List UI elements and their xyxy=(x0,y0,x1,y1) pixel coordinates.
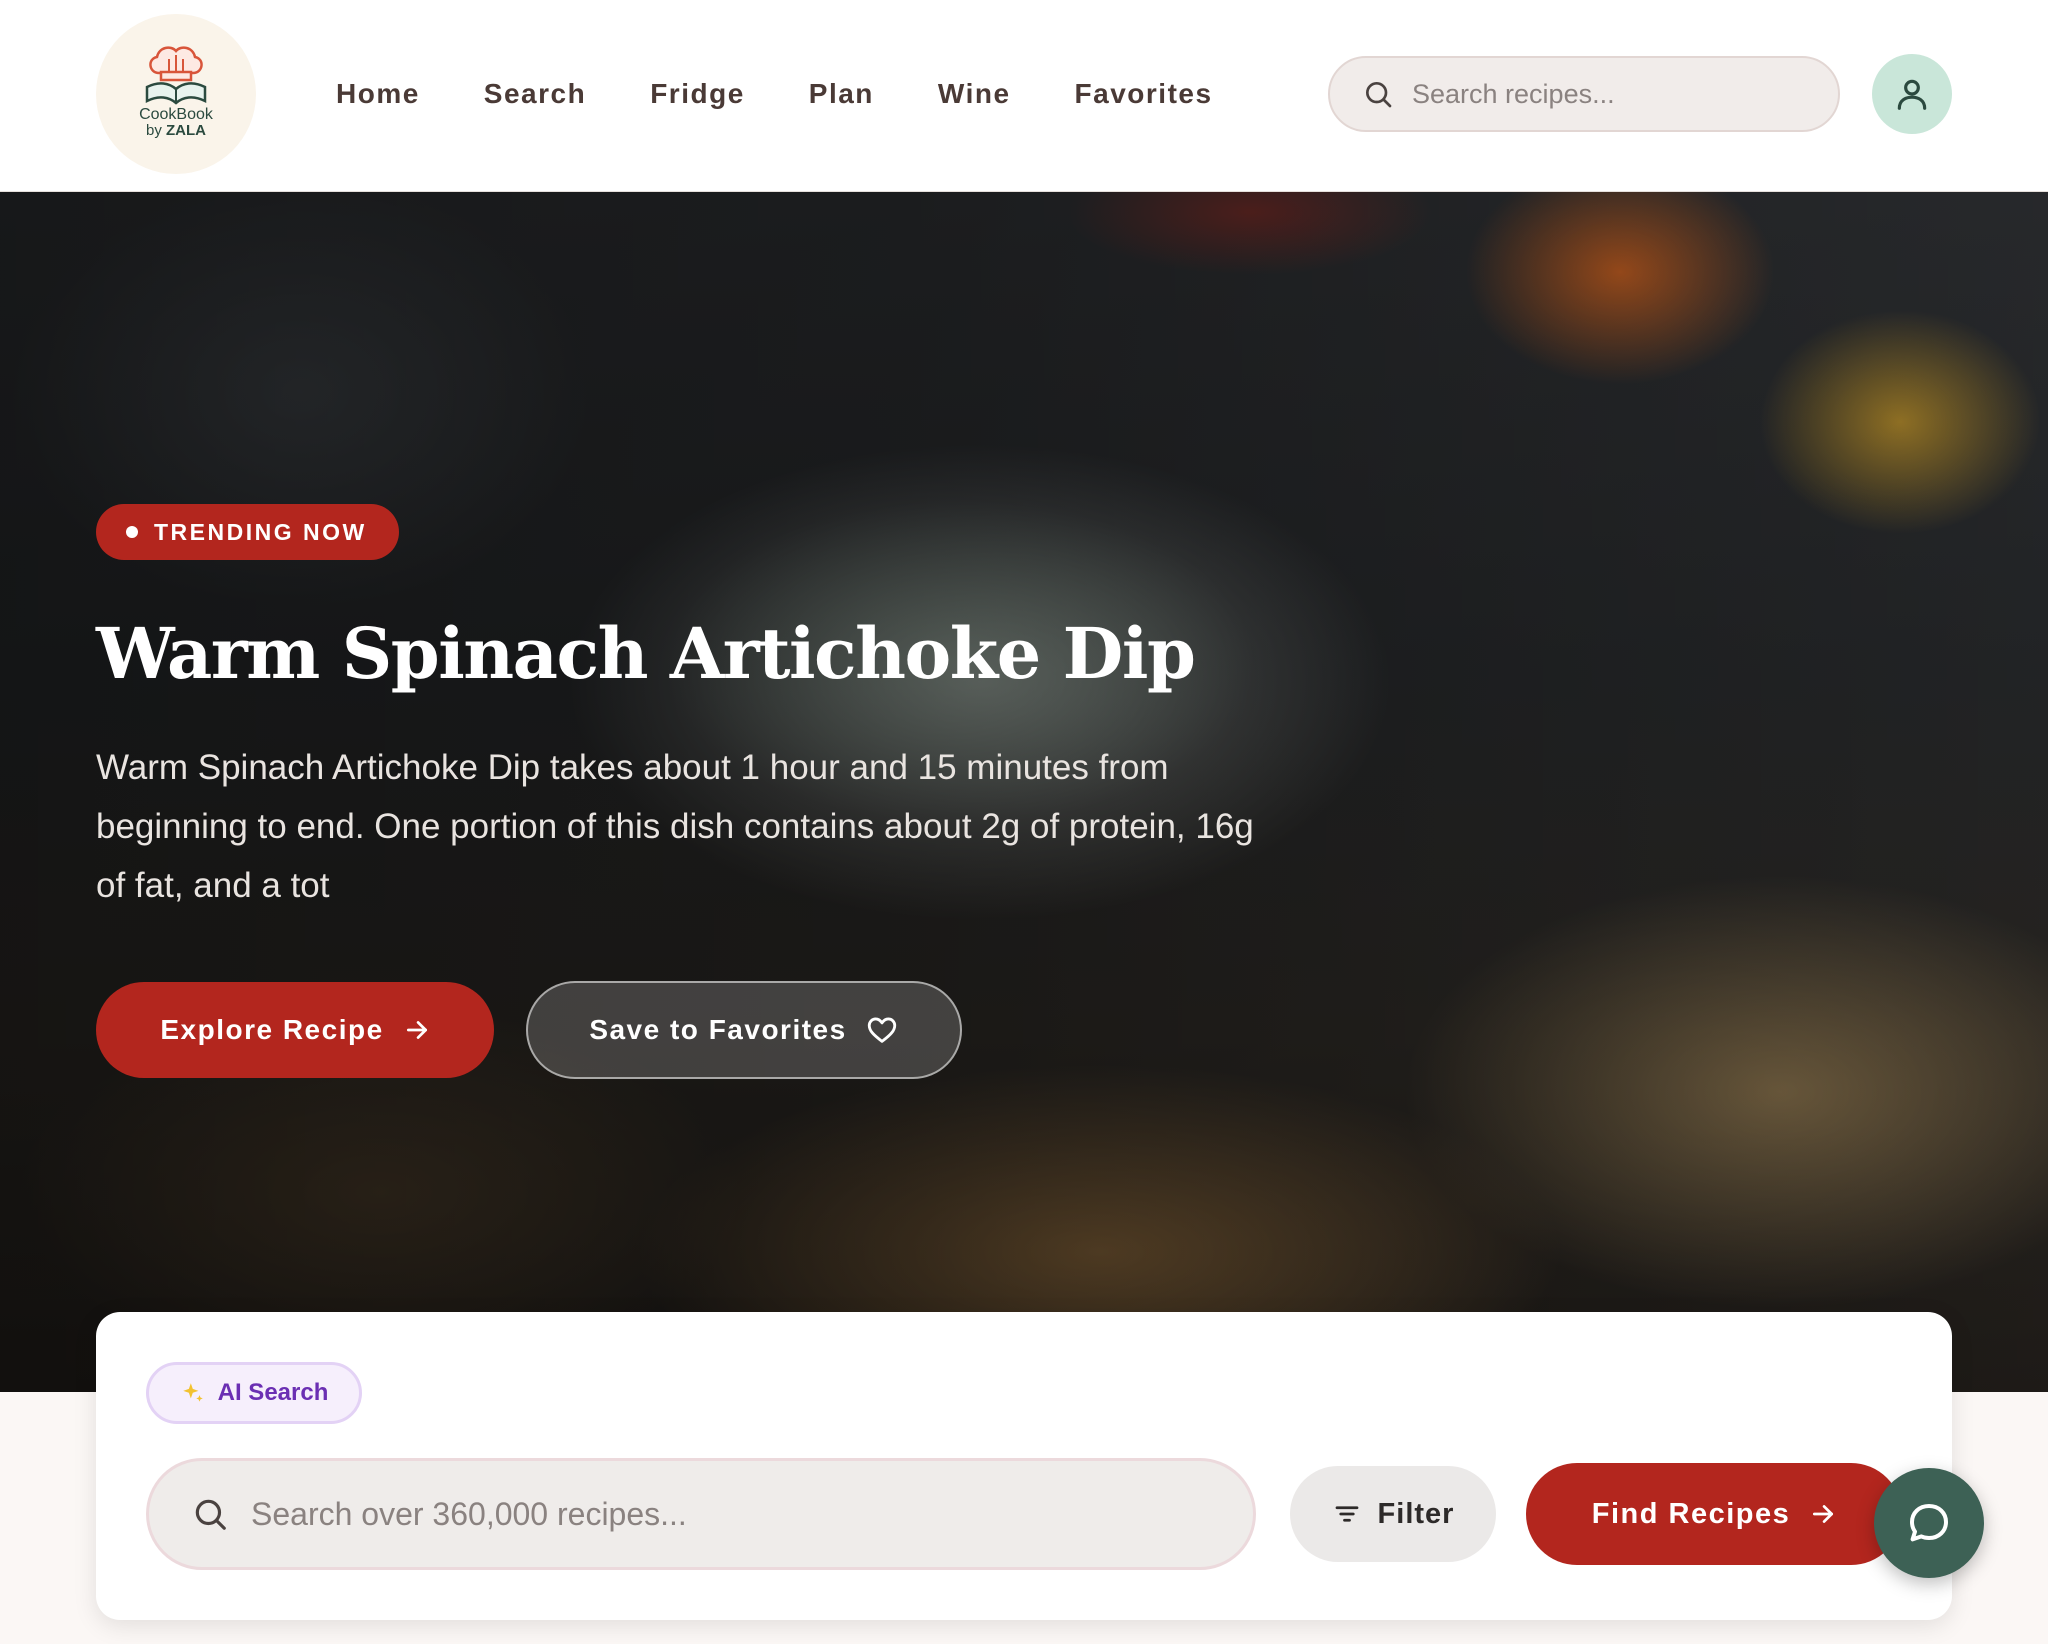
nav-home[interactable]: Home xyxy=(336,78,420,110)
logo-by: by xyxy=(145,121,162,139)
explore-recipe-label: Explore Recipe xyxy=(160,1014,384,1045)
recipe-search-input[interactable] xyxy=(251,1495,1211,1533)
logo-wordmark: CookBook xyxy=(139,105,213,123)
arrow-right-icon xyxy=(1813,1505,1834,1523)
hero-title: Warm Spinach Artichoke Dip xyxy=(96,612,1196,695)
filter-label: Filter xyxy=(1377,1497,1455,1530)
badge-label: TRENDING NOW xyxy=(154,518,367,545)
chat-button[interactable] xyxy=(1874,1468,1984,1578)
logo-name: ZALA xyxy=(166,121,206,139)
recipe-search-card: AI Search Filter Find Recipes xyxy=(96,1312,1952,1620)
hero-description: Warm Spinach Artichoke Dip takes about 1… xyxy=(96,748,1254,905)
sparkle-icon xyxy=(182,1383,203,1402)
search-icon xyxy=(195,1499,226,1530)
nav-search[interactable]: Search xyxy=(484,78,586,110)
trending-badge: TRENDING NOW xyxy=(96,504,399,560)
explore-recipe-button[interactable]: Explore Recipe xyxy=(96,982,494,1078)
user-avatar-button[interactable] xyxy=(1872,54,1952,134)
brand-logo[interactable]: CookBook by ZALA xyxy=(96,14,256,174)
recipe-search-box[interactable] xyxy=(146,1458,1256,1570)
nav-wine[interactable]: Wine xyxy=(938,78,1011,110)
main-nav: Home Search Fridge Plan Wine Favorites xyxy=(336,78,1213,110)
chef-hat-book-icon xyxy=(145,45,207,105)
heart-icon xyxy=(867,1017,896,1043)
find-recipes-label: Find Recipes xyxy=(1591,1497,1791,1530)
filter-button[interactable]: Filter xyxy=(1290,1466,1496,1562)
ai-search-label: AI Search xyxy=(217,1379,329,1406)
badge-dot xyxy=(126,526,138,538)
ai-search-chip[interactable]: AI Search xyxy=(146,1362,362,1424)
header-search-box[interactable] xyxy=(1328,56,1840,132)
search-icon xyxy=(1366,82,1392,108)
hero-banner: TRENDING NOW Warm Spinach Artichoke Dip … xyxy=(0,192,2048,1392)
nav-favorites[interactable]: Favorites xyxy=(1075,78,1213,110)
save-to-favorites-label: Save to Favorites xyxy=(589,1014,847,1045)
filter-icon xyxy=(1335,1506,1358,1522)
nav-fridge[interactable]: Fridge xyxy=(650,78,745,110)
user-icon xyxy=(1897,79,1927,110)
header-search-input[interactable] xyxy=(1412,78,1812,110)
save-to-favorites-button[interactable]: Save to Favorites xyxy=(526,981,962,1079)
top-header: CookBook by ZALA Home Search Fridge Plan… xyxy=(0,0,2048,192)
nav-plan[interactable]: Plan xyxy=(809,78,874,110)
find-recipes-button[interactable]: Find Recipes xyxy=(1526,1463,1902,1565)
chat-bubble-icon xyxy=(1910,1504,1948,1542)
arrow-right-icon xyxy=(406,1021,427,1039)
logo-byline: by ZALA xyxy=(146,123,206,138)
